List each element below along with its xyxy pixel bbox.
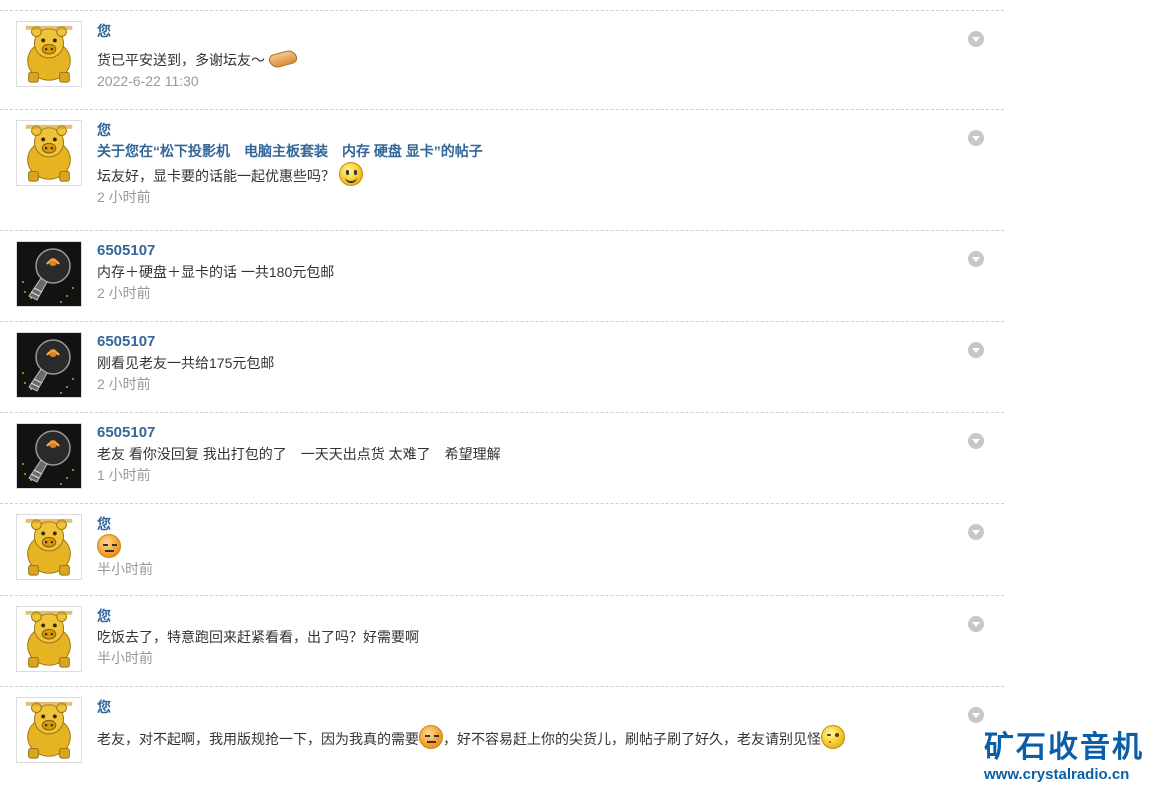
message-author[interactable]: 您	[97, 21, 1004, 41]
light-bulb-avatar-icon	[16, 241, 82, 307]
message-item: 您 老友，对不起啊，我用版规抢一下，因为我真的需要 ，好不容易赶上你的尖货儿，刷帖…	[0, 686, 1004, 788]
message-text: 吃饭去了，特意跑回来赶紧看看，出了吗？好需要啊	[97, 629, 419, 645]
message-text-row: 坛友好，显卡要的话能一起优惠些吗？	[97, 162, 1004, 187]
light-bulb-avatar-icon	[16, 423, 82, 489]
thread-link[interactable]: 关于您在“松下投影机 电脑主板套装 内存 硬盘 显卡”的帖子	[97, 140, 1004, 162]
delete-message-icon[interactable]	[968, 707, 984, 723]
message-item: 6505107 老友 看你没回复 我出打包的了 一天天出点货 太难了 希望理解 …	[0, 412, 1004, 503]
message-author[interactable]: 6505107	[97, 423, 1004, 443]
delete-message-icon[interactable]	[968, 616, 984, 632]
delete-message-icon[interactable]	[968, 251, 984, 267]
avatar[interactable]	[16, 423, 82, 489]
message-item: 6505107 内存＋硬盘＋显卡的话 一共180元包邮 2 小时前	[0, 230, 1004, 321]
message-time: 2 小时前	[97, 189, 151, 205]
wink-icon	[821, 725, 845, 749]
message-text: 内存＋硬盘＋显卡的话 一共180元包邮	[97, 264, 335, 280]
gold-pig-avatar-icon	[25, 25, 73, 83]
message-item: 6505107 刚看见老友一共给175元包邮 2 小时前	[0, 321, 1004, 412]
message-time: 半小时前	[97, 561, 153, 577]
gold-pig-avatar-icon	[25, 701, 73, 759]
message-item: 您 吃饭去了，特意跑回来赶紧看看，出了吗？好需要啊 半小时前	[0, 595, 1004, 686]
message-author[interactable]: 您	[97, 514, 1004, 534]
message-item: 您 半小时前	[0, 503, 1004, 595]
message-time: 2022-6-22 11:30	[97, 73, 199, 89]
message-text: 刚看见老友一共给175元包邮	[97, 355, 275, 371]
message-author[interactable]: 6505107	[97, 241, 1004, 261]
message-time: 2 小时前	[97, 376, 151, 392]
message-text-before: 老友，对不起啊，我用版规抢一下，因为我真的需要	[97, 731, 419, 747]
handshake-icon	[269, 47, 295, 67]
message-time: 半小时前	[97, 650, 153, 666]
message-text: 货已平安送到，多谢坛友～	[97, 52, 265, 68]
message-author[interactable]: 您	[97, 606, 1004, 626]
delete-message-icon[interactable]	[968, 31, 984, 47]
message-author[interactable]: 您	[97, 697, 1004, 717]
avatar[interactable]	[16, 697, 82, 763]
message-text: 老友 看你没回复 我出打包的了 一天天出点货 太难了 希望理解	[97, 446, 501, 462]
delete-message-icon[interactable]	[968, 524, 984, 540]
avatar[interactable]	[16, 332, 82, 398]
message-text: 坛友好，显卡要的话能一起优惠些吗？	[97, 168, 335, 184]
avatar[interactable]	[16, 120, 82, 186]
message-text-row: 货已平安送到，多谢坛友～	[97, 47, 1004, 71]
gold-pig-avatar-icon	[25, 610, 73, 668]
delete-message-icon[interactable]	[968, 130, 984, 146]
delete-message-icon[interactable]	[968, 433, 984, 449]
avatar[interactable]	[16, 241, 82, 307]
delete-message-icon[interactable]	[968, 342, 984, 358]
smile-icon	[338, 162, 363, 186]
message-text-row	[97, 534, 1004, 559]
message-time: 2 小时前	[97, 285, 151, 301]
message-time: 1 小时前	[97, 467, 151, 483]
message-text-after: ，好不容易赶上你的尖货儿，刷帖子刷了好久，老友请别见怪	[443, 731, 821, 747]
message-item: 您 货已平安送到，多谢坛友～ 2022-6-22 11:30	[0, 10, 1004, 109]
watermark-brand: 矿石收音机	[984, 730, 1144, 765]
message-author[interactable]: 6505107	[97, 332, 1004, 352]
avatar[interactable]	[16, 606, 82, 672]
avatar[interactable]	[16, 514, 82, 580]
sweat-icon	[419, 725, 443, 749]
message-list: 您 货已平安送到，多谢坛友～ 2022-6-22 11:30 您 关于您在“松下…	[0, 10, 1004, 788]
sweat-icon	[97, 534, 121, 558]
watermark-url: www.crystalradio.cn	[984, 766, 1130, 783]
gold-pig-avatar-icon	[25, 518, 73, 576]
message-text-row: 老友，对不起啊，我用版规抢一下，因为我真的需要 ，好不容易赶上你的尖货儿，刷帖子刷…	[97, 725, 867, 752]
message-author[interactable]: 您	[97, 120, 1004, 140]
avatar[interactable]	[16, 21, 82, 87]
gold-pig-avatar-icon	[25, 124, 73, 182]
site-watermark: 矿石收音机 www.crystalradio.cn	[984, 730, 1144, 784]
message-item: 您 关于您在“松下投影机 电脑主板套装 内存 硬盘 显卡”的帖子 坛友好，显卡要…	[0, 109, 1004, 230]
light-bulb-avatar-icon	[16, 332, 82, 398]
